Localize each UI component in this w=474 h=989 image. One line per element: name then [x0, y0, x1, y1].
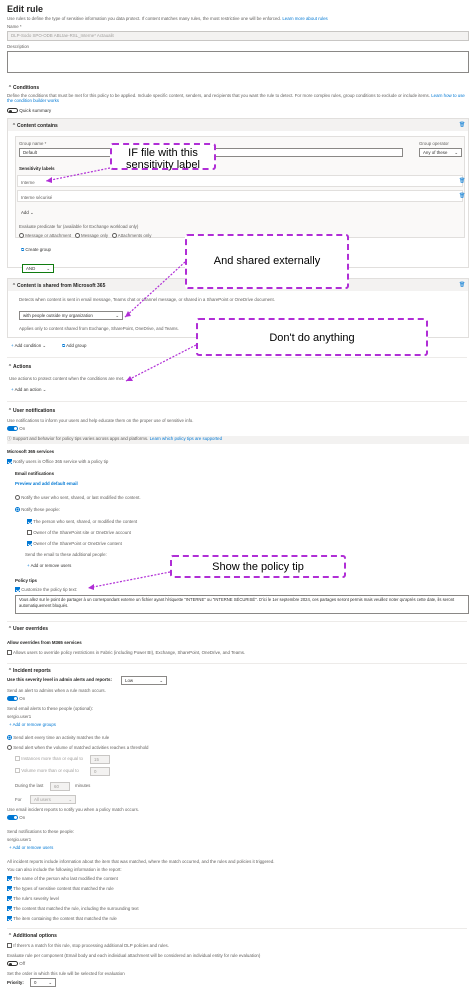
- arrow-line-2: [124, 261, 186, 318]
- arrow-line-1: [45, 167, 111, 182]
- arrow-head-3: [126, 376, 133, 381]
- callout-show-policy-tip: Show the policy tip: [170, 555, 346, 578]
- callout-shared-externally: And shared externally: [185, 234, 349, 289]
- arrow-line-4: [87, 571, 171, 589]
- arrow-line-3: [125, 344, 197, 382]
- callout-dont-do-anything: Don't do anything: [196, 318, 428, 356]
- arrow-head-1: [46, 177, 52, 183]
- annotation-arrows: [45, 167, 197, 590]
- arrow-head-4: [88, 584, 94, 590]
- callout-sensitivity-label: IF file with this sensitivity label: [110, 143, 216, 171]
